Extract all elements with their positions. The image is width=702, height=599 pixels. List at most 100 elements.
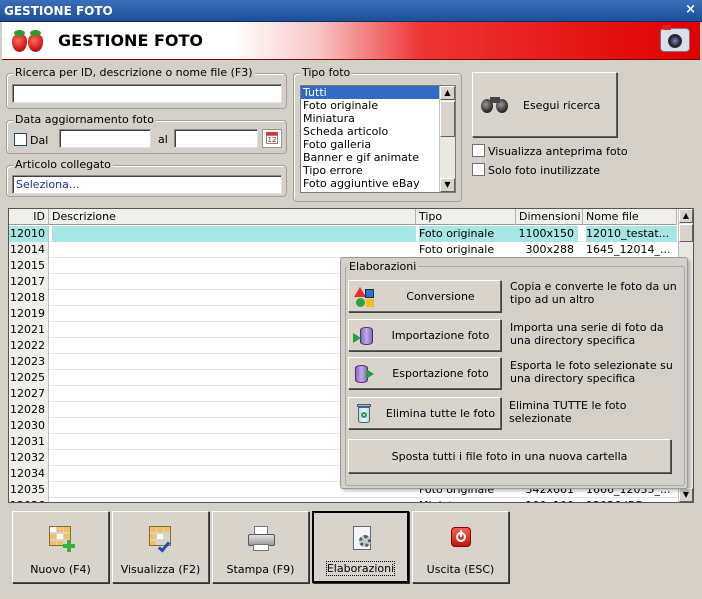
- cell-id: 12017: [9, 274, 49, 290]
- camera-icon: [660, 25, 690, 52]
- photo-type-option[interactable]: Foto originale: [301, 99, 455, 112]
- preview-checkbox-label: Visualizza anteprima foto: [488, 145, 628, 158]
- unused-checkbox[interactable]: [472, 163, 485, 176]
- import-database-icon: [353, 325, 375, 347]
- cell-id: 12035: [9, 482, 49, 498]
- new-button[interactable]: Nuovo (F4): [12, 511, 109, 583]
- date-group: Data aggiornamento foto Dal al 12: [6, 113, 287, 154]
- table-row[interactable]: 12036 Miniatura100x100 12036.JPG: [9, 498, 677, 502]
- photo-type-option[interactable]: Tipo errore: [301, 164, 455, 177]
- export-database-icon: [353, 363, 375, 385]
- photo-type-list[interactable]: Tutti Foto originale Miniatura Scheda ar…: [300, 85, 456, 193]
- recycle-bin-icon: [353, 403, 375, 425]
- calendar-icon[interactable]: 12: [262, 129, 282, 148]
- search-label: Ricerca per ID, descrizione o nome file …: [13, 66, 255, 79]
- cell-id: 12028: [9, 402, 49, 418]
- cell-tipo: Miniatura: [419, 498, 516, 502]
- cell-dimensioni: 100x100: [516, 498, 578, 502]
- photo-type-option[interactable]: Foto aggiuntive eBay: [301, 177, 455, 190]
- article-label: Articolo collegato: [13, 158, 113, 171]
- window-title: GESTIONE FOTO: [4, 4, 113, 18]
- photo-type-option[interactable]: Scheda articolo: [301, 125, 455, 138]
- export-button-label: Esportazione foto: [392, 367, 489, 380]
- preview-checkbox[interactable]: [472, 144, 485, 157]
- unused-checkbox-label: Solo foto inutilizzate: [488, 164, 600, 177]
- photo-type-option[interactable]: Miniatura: [301, 112, 455, 125]
- power-exit-icon: [447, 524, 477, 554]
- date-from-field[interactable]: [59, 129, 151, 148]
- article-group: Articolo collegato Seleziona...: [6, 158, 287, 197]
- strawberry-icon: [10, 28, 50, 54]
- page-header: GESTIONE FOTO: [2, 22, 700, 60]
- column-header[interactable]: Nome file: [583, 209, 677, 225]
- column-header[interactable]: ID: [9, 209, 49, 225]
- move-files-button-label: Sposta tutti i file foto in una nuova ca…: [391, 450, 628, 463]
- delete-all-button[interactable]: Elimina tutte le foto: [348, 397, 501, 429]
- window-titlebar: GESTIONE FOTO ×: [0, 0, 702, 22]
- scroll-thumb[interactable]: [679, 224, 693, 242]
- date-checkbox[interactable]: [14, 133, 27, 146]
- cell-id: 12031: [9, 434, 49, 450]
- new-button-label: Nuovo (F4): [30, 563, 91, 576]
- table-row[interactable]: 12014 Foto originale 300x288 1645_12014_...: [9, 242, 677, 258]
- column-header[interactable]: Dimensioni: [516, 209, 583, 225]
- cell-id: 12014: [9, 242, 49, 258]
- cell-nome-file: 12036.JPG: [586, 498, 677, 502]
- search-input[interactable]: [12, 84, 282, 103]
- cell-dimensioni: 1100x150: [516, 226, 578, 242]
- photo-type-option[interactable]: Tutti: [301, 86, 455, 99]
- cell-id: 12015: [9, 258, 49, 274]
- search-button[interactable]: Esegui ricerca: [472, 72, 617, 137]
- table-row[interactable]: 12010 Foto originale 1100x150 12010_testat.…: [9, 226, 677, 242]
- photo-type-option[interactable]: Foto galleria: [301, 138, 455, 151]
- scroll-down-icon[interactable]: ▼: [440, 178, 455, 192]
- print-button[interactable]: Stampa (F9): [212, 511, 309, 583]
- elaborazioni-button[interactable]: Elaborazioni: [312, 511, 409, 583]
- cell-nome-file: 1645_12014_...: [586, 243, 671, 256]
- scroll-up-icon[interactable]: ▲: [440, 86, 455, 100]
- cell-id: 12021: [9, 322, 49, 338]
- page-title: GESTIONE FOTO: [58, 31, 203, 50]
- cell-tipo: Foto originale: [419, 243, 495, 256]
- cell-descrizione: [52, 242, 416, 258]
- view-button[interactable]: Visualizza (F2): [112, 511, 209, 583]
- article-select[interactable]: Seleziona...: [12, 175, 282, 194]
- gear-document-icon: [348, 525, 378, 555]
- elaborazioni-title: Elaborazioni: [347, 260, 419, 273]
- scroll-up-icon[interactable]: ▲: [679, 209, 693, 223]
- column-header[interactable]: Tipo: [416, 209, 516, 225]
- date-to-field[interactable]: [174, 129, 258, 148]
- date-to-label: al: [158, 133, 168, 146]
- printer-icon: [247, 524, 277, 554]
- new-grid-icon: [47, 524, 77, 554]
- elaborazioni-button-label: Elaborazioni: [325, 561, 396, 576]
- cell-id: 12019: [9, 306, 49, 322]
- export-button[interactable]: Esportazione foto: [348, 357, 501, 389]
- import-button[interactable]: Importazione foto: [348, 319, 501, 351]
- delete-all-description: Elimina TUTTE le foto selezionate: [509, 399, 627, 425]
- date-from-label: Dal: [30, 134, 49, 147]
- conversion-button[interactable]: Conversione: [348, 280, 501, 312]
- cell-id: 12036: [9, 498, 49, 502]
- binoculars-icon: [481, 95, 509, 115]
- photo-type-option[interactable]: Banner e gif animate: [301, 151, 455, 164]
- cell-id: 12025: [9, 370, 49, 386]
- cell-id: 12023: [9, 354, 49, 370]
- conversion-button-label: Conversione: [406, 290, 475, 303]
- cell-id: 12010: [9, 226, 49, 242]
- search-group: Ricerca per ID, descrizione o nome file …: [6, 66, 287, 109]
- cell-nome-file: 12010_testat...: [586, 226, 677, 242]
- cell-id: 12018: [9, 290, 49, 306]
- export-description: Esporta le foto selezionate su una direc…: [510, 359, 673, 385]
- column-header[interactable]: Descrizione: [49, 209, 416, 225]
- exit-button-label: Uscita (ESC): [426, 563, 495, 576]
- scroll-down-icon[interactable]: ▼: [679, 488, 693, 502]
- cell-descrizione: [52, 498, 416, 502]
- photo-type-scrollbar[interactable]: ▲ ▼: [439, 86, 455, 192]
- move-files-button[interactable]: Sposta tutti i file foto in una nuova ca…: [348, 439, 671, 473]
- close-icon[interactable]: ×: [685, 2, 696, 17]
- import-description: Importa una serie di foto da una directo…: [510, 321, 664, 347]
- exit-button[interactable]: Uscita (ESC): [412, 511, 509, 583]
- print-button-label: Stampa (F9): [226, 563, 295, 576]
- scroll-thumb[interactable]: [440, 101, 455, 137]
